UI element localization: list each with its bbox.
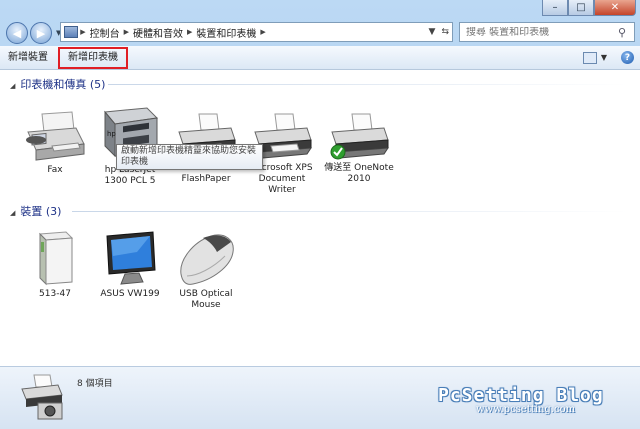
help-icon[interactable]: ? [621, 51, 634, 64]
device-item-monitor[interactable]: ASUS VW199 [93, 230, 167, 300]
device-label: USB Optical Mouse [179, 289, 233, 310]
group-divider [72, 211, 628, 212]
device-label: 傳送至 OneNote 2010 [324, 163, 394, 184]
collapse-triangle-icon[interactable]: ◢ [10, 82, 15, 90]
search-box[interactable]: ⚲ [459, 22, 635, 42]
group-title: 裝置 (3) [20, 205, 62, 218]
mouse-icon [180, 234, 234, 285]
add-printer-button[interactable]: 新增印表機 [58, 46, 128, 69]
back-button[interactable]: ◀ [6, 22, 28, 44]
add-device-button[interactable]: 新增裝置 [0, 47, 56, 69]
address-bar[interactable]: ▶ 控制台 ▶ 硬體和音效 ▶ 裝置和印表機 ▶ ▼ ⇆ [60, 22, 453, 42]
svg-text:hp: hp [107, 130, 116, 138]
command-bar: 新增裝置 新增印表機 ▼ ? [0, 46, 640, 70]
view-dropdown-icon[interactable]: ▼ [601, 53, 607, 62]
breadcrumb-hardware-sound[interactable]: 硬體和音效 [133, 25, 183, 40]
device-label: Fax [47, 165, 63, 175]
group-header-devices[interactable]: ◢ 裝置 (3) [10, 203, 61, 219]
view-controls: ▼ ? [582, 51, 634, 64]
group-title: 印表機和傳真 (5) [20, 78, 106, 91]
default-printer-icon [330, 113, 389, 160]
breadcrumb-separator-icon[interactable]: ▶ [78, 28, 85, 36]
control-panel-icon [64, 26, 78, 38]
caption-buttons: – □ ✕ [542, 0, 636, 16]
breadcrumb-separator-icon[interactable]: ▶ [124, 28, 129, 36]
group-header-printers[interactable]: ◢ 印表機和傳真 (5) [10, 76, 105, 92]
computer-tower-icon [38, 231, 74, 286]
close-button[interactable]: ✕ [594, 0, 636, 16]
breadcrumb-separator-icon[interactable]: ▶ [187, 28, 192, 36]
monitor-icon [106, 231, 156, 285]
forward-button[interactable]: ▶ [30, 22, 52, 44]
devices-printers-icon [21, 374, 63, 420]
breadcrumb-separator-icon[interactable]: ▶ [260, 28, 265, 36]
collapse-triangle-icon[interactable]: ◢ [10, 209, 15, 217]
device-label: 513-47 [39, 289, 71, 299]
item-count: 8 個項目 [77, 379, 113, 389]
minimize-button[interactable]: – [542, 0, 568, 16]
device-label: ASUS VW199 [100, 289, 160, 299]
refresh-icon[interactable]: ⇆ [438, 27, 452, 37]
search-input[interactable] [460, 26, 618, 38]
device-item-mouse[interactable]: USB Optical Mouse [169, 230, 243, 311]
explorer-window: – □ ✕ ◀ ▶ ▼ ▶ 控制台 ▶ 硬體和音效 ▶ 裝置和印表機 ▶ ▼ ⇆… [0, 0, 640, 429]
watermark-title: PcSetting Blog [438, 385, 604, 406]
maximize-button[interactable]: □ [568, 0, 594, 16]
address-dropdown-icon[interactable]: ▼ [426, 27, 439, 37]
device-item-computer[interactable]: 513-47 [18, 230, 92, 300]
content-pane: ◢ 印表機和傳真 (5) Fax hp hp LaserJet 1300 PCL… [0, 70, 640, 366]
address-controls: ▼ ⇆ [426, 27, 452, 37]
watermark: PcSetting Blog www.pcsetting.com [438, 385, 604, 415]
device-item-onenote[interactable]: 傳送至 OneNote 2010 [322, 112, 396, 185]
group-divider [108, 84, 628, 85]
navigation-buttons: ◀ ▶ ▼ [6, 22, 61, 44]
fax-icon [26, 111, 85, 161]
breadcrumb-devices-printers[interactable]: 裝置和印表機 [196, 25, 256, 40]
breadcrumb-control-panel[interactable]: 控制台 [90, 25, 120, 40]
device-item-fax[interactable]: Fax [18, 110, 92, 176]
add-printer-tooltip: 啟動新增印表機精靈來協助您安裝印表機 [116, 144, 263, 170]
change-view-icon[interactable] [582, 51, 597, 64]
details-pane: 8 個項目 PcSetting Blog www.pcsetting.com [0, 366, 640, 429]
search-icon[interactable]: ⚲ [618, 26, 634, 39]
